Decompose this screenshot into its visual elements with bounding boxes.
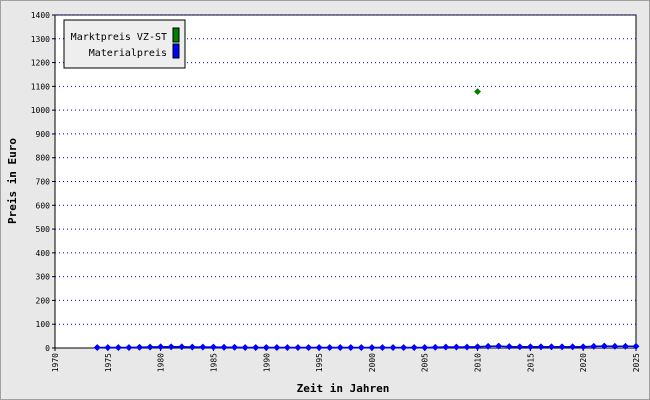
x-tick-label: 2010 — [474, 353, 483, 372]
x-tick-label: 2000 — [368, 353, 377, 372]
y-axis-title: Preis in Euro — [6, 138, 19, 224]
x-tick-label: 2005 — [421, 353, 430, 372]
y-axis: 0 100 200 300 400 500 600 700 800 900 1000 1100 1200… — [31, 11, 55, 353]
x-tick-label: 2025 — [632, 353, 641, 372]
legend-swatch-materialpreis — [172, 43, 180, 59]
legend: Marktpreis VZ-ST Materialpreis — [63, 19, 186, 69]
x-tick-label: 2020 — [579, 353, 588, 372]
x-tick-label: 1970 — [51, 353, 60, 372]
x-tick-label: 1995 — [315, 353, 324, 372]
y-tick-label: 1400 — [31, 11, 50, 20]
y-tick-label: 200 — [36, 296, 51, 305]
x-tick-label: 2015 — [526, 353, 535, 372]
x-tick-label: 1980 — [157, 353, 166, 372]
y-tick-label: 900 — [36, 130, 51, 139]
y-tick-label: 1000 — [31, 106, 50, 115]
y-tick-label: 500 — [36, 225, 51, 234]
y-tick-label: 600 — [36, 201, 51, 210]
legend-label-marktpreis: Marktpreis VZ-ST — [71, 32, 167, 43]
legend-swatch-marktpreis — [172, 27, 180, 43]
y-tick-label: 300 — [36, 273, 51, 282]
y-tick-label: 700 — [36, 178, 51, 187]
y-tick-label: 800 — [36, 154, 51, 163]
x-axis-title: Zeit in Jahren — [297, 382, 390, 395]
chart: 0 100 200 300 400 500 600 700 800 900 1000 1100 1200… — [6, 11, 641, 395]
y-tick-label: 0 — [45, 344, 50, 353]
y-tick-label: 1100 — [31, 82, 50, 91]
y-tick-label: 400 — [36, 249, 51, 258]
y-tick-label: 1300 — [31, 35, 50, 44]
y-tick-label: 100 — [36, 320, 51, 329]
x-tick-label: 1975 — [104, 353, 113, 372]
y-tick-label: 1200 — [31, 59, 50, 68]
x-tick-label: 1985 — [209, 353, 218, 372]
legend-label-materialpreis: Materialpreis — [89, 48, 167, 59]
x-tick-label: 1990 — [262, 353, 271, 372]
legend-box — [63, 19, 186, 69]
